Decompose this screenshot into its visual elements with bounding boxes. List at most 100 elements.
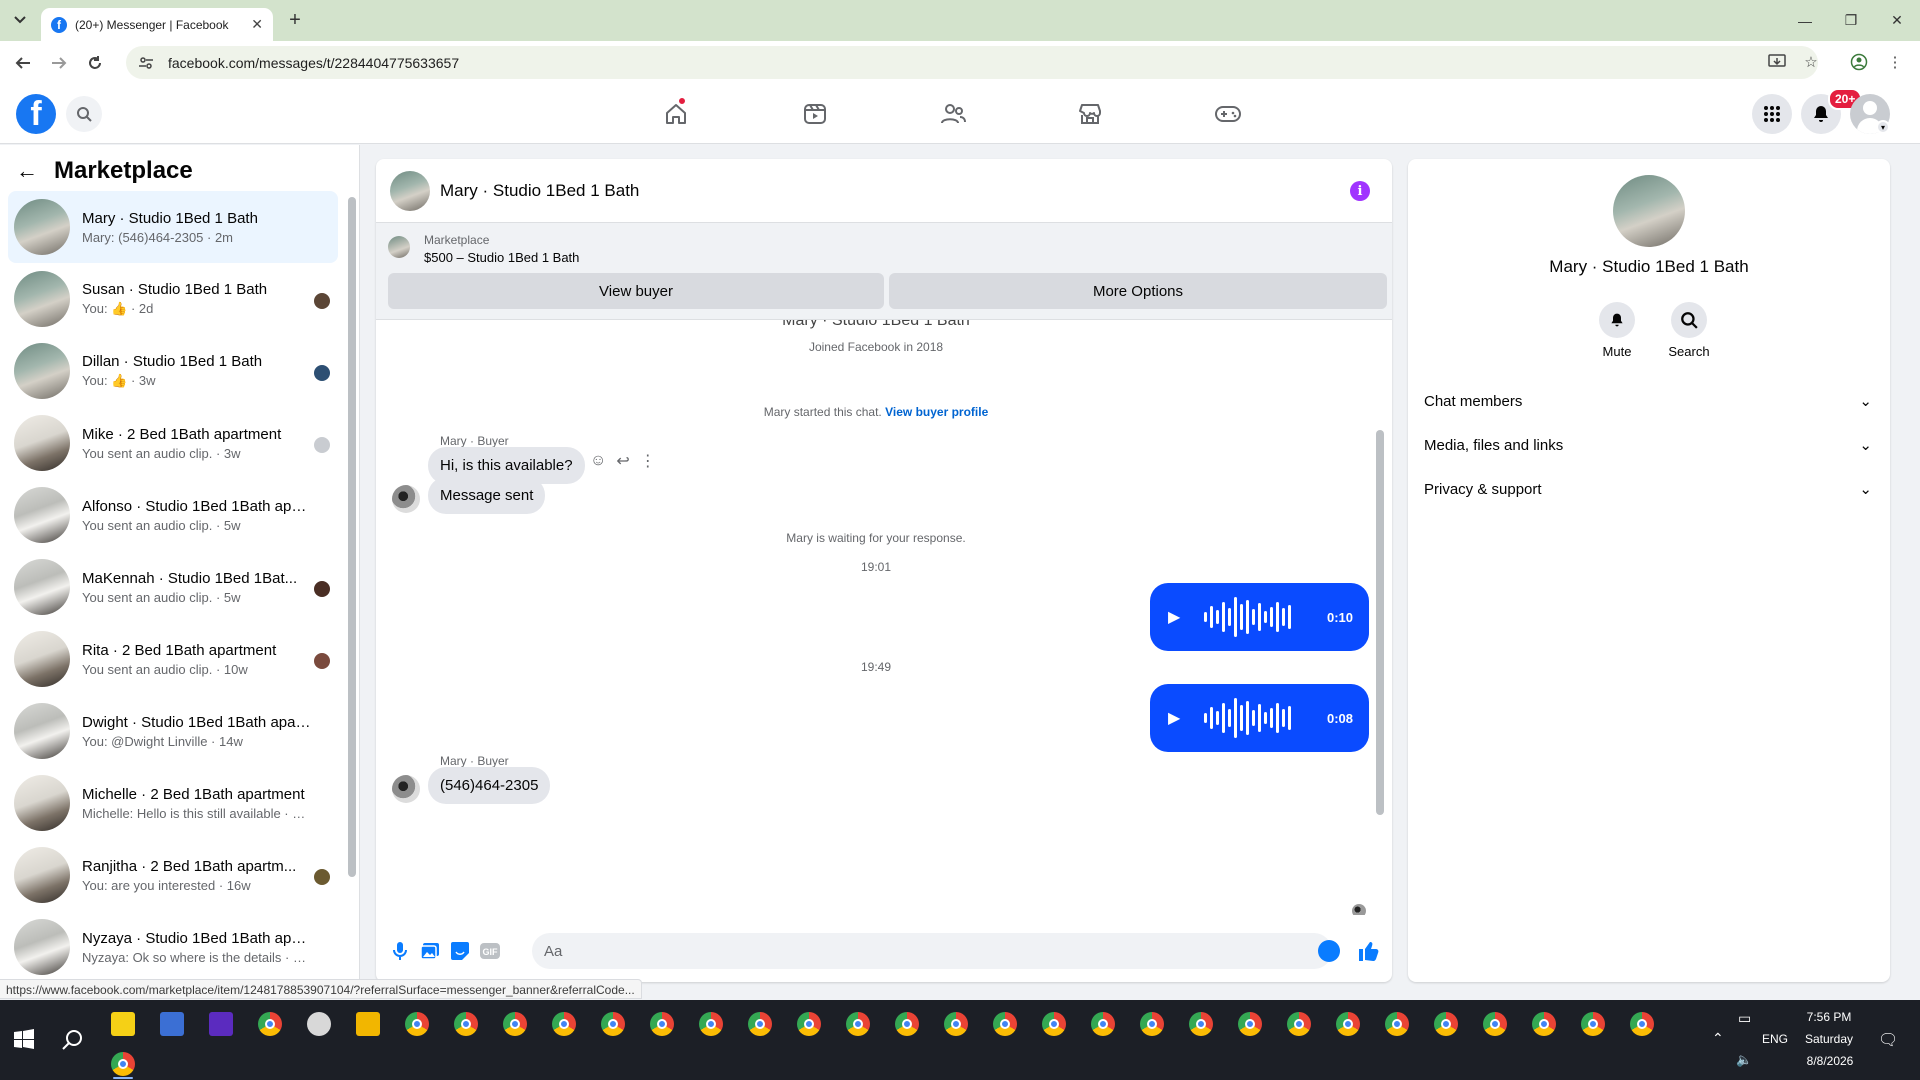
back-button[interactable]: [10, 50, 36, 76]
nav-home[interactable]: [656, 94, 696, 134]
chat-scrollbar[interactable]: [1376, 430, 1384, 815]
chrome-icon[interactable]: [895, 1012, 919, 1036]
microphone-icon[interactable]: [388, 939, 412, 963]
chrome-icon[interactable]: [258, 1012, 282, 1036]
close-window-button[interactable]: ✕: [1874, 0, 1920, 41]
audio-message[interactable]: ▶ 0:10: [1150, 583, 1369, 651]
conversation-item[interactable]: Susan · Studio 1Bed 1 Bath You: 👍 · 2d: [8, 263, 338, 335]
nav-video[interactable]: [795, 94, 835, 134]
chrome-icon[interactable]: [1042, 1012, 1066, 1036]
chrome-icon[interactable]: [846, 1012, 870, 1036]
chrome-icon[interactable]: [405, 1012, 429, 1036]
chrome-icon[interactable]: [1385, 1012, 1409, 1036]
search-in-chat-button[interactable]: Search: [1659, 302, 1719, 359]
chrome-icon[interactable]: [601, 1012, 625, 1036]
sticker-icon[interactable]: [448, 939, 472, 963]
notifications-center-icon[interactable]: 🗨: [1878, 1030, 1898, 1050]
sender-avatar[interactable]: [392, 485, 420, 513]
chrome-icon[interactable]: [1434, 1012, 1458, 1036]
listing-thumbnail[interactable]: [388, 236, 410, 258]
conversation-item[interactable]: Mike · 2 Bed 1Bath apartment You sent an …: [8, 407, 338, 479]
nav-gaming[interactable]: [1208, 94, 1248, 134]
chrome-icon[interactable]: [1336, 1012, 1360, 1036]
message-bubble[interactable]: (546)464-2305: [428, 767, 551, 804]
conversation-item[interactable]: Rita · 2 Bed 1Bath apartment You sent an …: [8, 623, 338, 695]
language-indicator[interactable]: ENG: [1762, 1032, 1788, 1046]
emoji-icon[interactable]: [1318, 940, 1340, 962]
search-icon[interactable]: [62, 1029, 84, 1051]
more-options-button[interactable]: More Options: [889, 273, 1387, 309]
browser-tab-messenger[interactable]: f (20+) Messenger | Facebook ✕: [41, 8, 273, 41]
chat-avatar[interactable]: [390, 170, 430, 211]
like-thumb-icon[interactable]: [1356, 939, 1380, 963]
browser-menu-icon[interactable]: ⋮: [1883, 50, 1907, 74]
sticky-notes-icon[interactable]: [111, 1012, 135, 1036]
reload-button[interactable]: [82, 50, 108, 76]
back-arrow-icon[interactable]: ←: [16, 158, 38, 184]
tab-close-icon[interactable]: ✕: [251, 16, 263, 33]
chrome-icon[interactable]: [944, 1012, 968, 1036]
chrome-icon[interactable]: [993, 1012, 1017, 1036]
media-files-section[interactable]: Media, files and links ⌄: [1424, 425, 1880, 465]
profile-avatar[interactable]: [1613, 175, 1685, 247]
chrome-icon[interactable]: [1630, 1012, 1654, 1036]
chrome-icon[interactable]: [1287, 1012, 1311, 1036]
conversation-item[interactable]: Mary · Studio 1Bed 1 Bath Mary: (546)464-…: [8, 191, 338, 263]
view-buyer-profile-link[interactable]: View buyer profile: [885, 405, 988, 419]
conversation-item[interactable]: Dillan · Studio 1Bed 1 Bath You: 👍 · 3w: [8, 335, 338, 407]
windows-start-icon[interactable]: [14, 1029, 34, 1049]
more-icon[interactable]: ⋮: [640, 451, 656, 471]
facebook-logo-icon[interactable]: f: [16, 94, 56, 134]
gif-icon[interactable]: GIF: [478, 939, 502, 963]
react-emoji-icon[interactable]: ☺: [590, 452, 606, 470]
conversation-item[interactable]: Michelle · 2 Bed 1Bath apartment Michelle…: [8, 767, 338, 839]
clock-date[interactable]: 8/8/2026: [1804, 1054, 1856, 1068]
sender-avatar[interactable]: [392, 775, 420, 803]
new-tab-button[interactable]: +: [283, 8, 307, 32]
tab-search-button[interactable]: [8, 8, 32, 32]
bookmark-star-icon[interactable]: ☆: [1799, 50, 1823, 74]
app-icon[interactable]: [160, 1012, 184, 1036]
network-icon[interactable]: ▭: [1738, 1010, 1751, 1027]
chrome-icon[interactable]: [1189, 1012, 1213, 1036]
minimize-button[interactable]: —: [1782, 0, 1828, 41]
clock-time[interactable]: 7:56 PM: [1806, 1010, 1852, 1024]
chrome-icon[interactable]: [650, 1012, 674, 1036]
chrome-icon[interactable]: [1091, 1012, 1115, 1036]
banner-item[interactable]: $500 – Studio 1Bed 1 Bath: [424, 250, 579, 265]
photo-icon[interactable]: [418, 939, 442, 963]
reply-icon[interactable]: ↩: [616, 451, 629, 471]
chat-members-section[interactable]: Chat members ⌄: [1424, 381, 1880, 421]
volume-icon[interactable]: 🔈: [1736, 1052, 1752, 1068]
clock-day[interactable]: Saturday: [1804, 1032, 1854, 1046]
chrome-icon[interactable]: [699, 1012, 723, 1036]
app-icon[interactable]: [307, 1012, 331, 1036]
info-icon[interactable]: i: [1350, 181, 1370, 201]
menu-button[interactable]: [1752, 94, 1792, 134]
play-icon[interactable]: ▶: [1168, 607, 1188, 627]
message-bubble[interactable]: Message sent: [428, 477, 546, 514]
chrome-icon[interactable]: [1532, 1012, 1556, 1036]
play-icon[interactable]: ▶: [1168, 708, 1188, 728]
chrome-icon[interactable]: [111, 1052, 135, 1076]
profile-icon[interactable]: [1847, 50, 1871, 74]
message-input[interactable]: [532, 933, 1332, 969]
install-app-icon[interactable]: [1765, 50, 1789, 74]
chrome-icon[interactable]: [797, 1012, 821, 1036]
conversation-item[interactable]: Alfonso · Studio 1Bed 1Bath apar... You s…: [8, 479, 338, 551]
facebook-search-button[interactable]: [66, 96, 102, 132]
chrome-icon[interactable]: [1581, 1012, 1605, 1036]
mute-button[interactable]: Mute: [1587, 302, 1647, 359]
chevron-up-icon[interactable]: ⌃: [1712, 1030, 1724, 1047]
chrome-icon[interactable]: [552, 1012, 576, 1036]
chevron-down-icon[interactable]: ▾: [1876, 120, 1890, 134]
address-bar[interactable]: facebook.com/messages/t/2284404775633657: [126, 46, 1818, 79]
chrome-icon[interactable]: [1483, 1012, 1507, 1036]
conversation-item[interactable]: MaKennah · Studio 1Bed 1Bat... You sent a…: [8, 551, 338, 623]
sidebar-scrollbar[interactable]: [348, 197, 356, 877]
conversation-item[interactable]: Dwight · Studio 1Bed 1Bath apar... You: @…: [8, 695, 338, 767]
nav-friends[interactable]: [933, 94, 973, 134]
app-icon[interactable]: [209, 1012, 233, 1036]
audio-message[interactable]: ▶ 0:08: [1150, 684, 1369, 752]
site-settings-icon[interactable]: [138, 55, 154, 71]
